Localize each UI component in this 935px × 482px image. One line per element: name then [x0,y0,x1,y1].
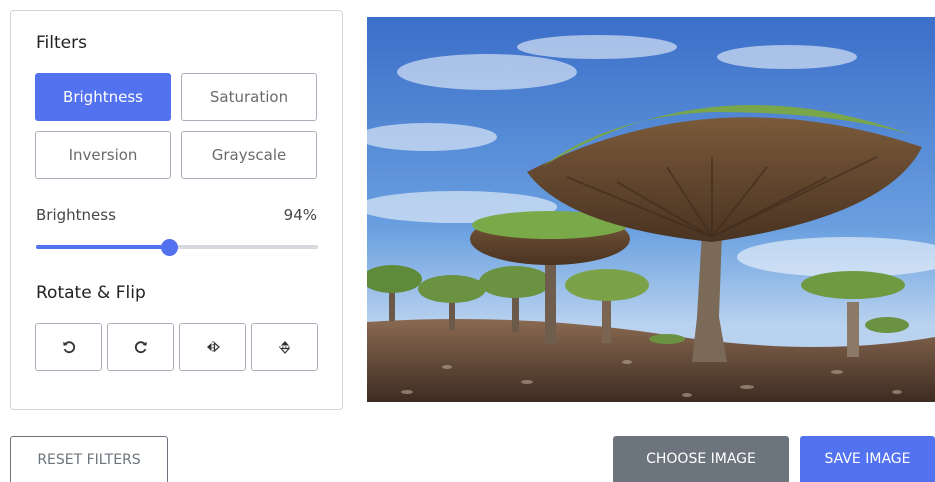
filter-grayscale-button[interactable]: Grayscale [181,131,317,179]
rotate-left-button[interactable] [35,323,102,371]
save-image-button[interactable]: SAVE IMAGE [800,436,935,482]
reset-filters-button[interactable]: RESET FILTERS [10,436,168,482]
brightness-slider[interactable] [36,239,318,256]
flip-vertical-button[interactable] [251,323,318,371]
slider-value: 94% [283,206,317,224]
editor-panel: Filters Brightness Saturation Inversion … [10,10,343,410]
filter-inversion-button[interactable]: Inversion [35,131,171,179]
choose-image-button[interactable]: CHOOSE IMAGE [613,436,789,482]
rotate-right-icon [134,341,147,354]
image-preview [367,17,935,402]
slider-fill [36,245,169,249]
filter-brightness-button[interactable]: Brightness [35,73,171,121]
filter-saturation-button[interactable]: Saturation [181,73,317,121]
flip-horizontal-icon [206,341,220,353]
filters-title: Filters [36,33,87,53]
slider-label: Brightness [36,206,116,224]
slider-thumb[interactable] [160,239,178,256]
flip-vertical-icon [278,341,291,354]
dragon-tree-landscape-image [367,17,935,402]
rotate-left-icon [62,341,75,354]
rotate-right-button[interactable] [107,323,174,371]
flip-horizontal-button[interactable] [179,323,246,371]
rotate-flip-title: Rotate & Flip [36,283,146,303]
